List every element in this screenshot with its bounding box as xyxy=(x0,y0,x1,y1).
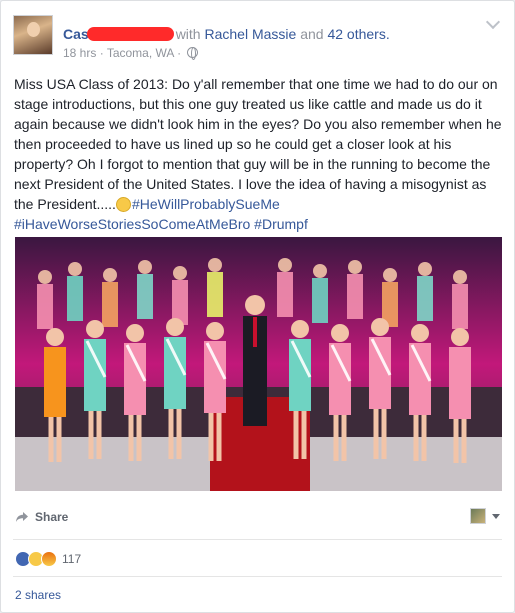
posting-as-avatar[interactable] xyxy=(470,508,486,524)
avatar[interactable] xyxy=(13,15,53,55)
reaction-count[interactable]: 117 xyxy=(62,552,81,566)
post-body: Miss USA Class of 2013: Do y'all remembe… xyxy=(14,74,504,234)
smiley-emoji-icon xyxy=(115,197,131,212)
author-name[interactable]: Cas xyxy=(63,26,89,42)
meta-separator: · xyxy=(99,46,104,60)
post-photo[interactable] xyxy=(15,237,502,491)
post-body-text: Miss USA Class of 2013: Do y'all remembe… xyxy=(14,76,502,212)
tagged-person-link[interactable]: Rachel Massie xyxy=(204,26,296,42)
others-link[interactable]: 42 others. xyxy=(327,26,389,42)
share-label: Share xyxy=(35,510,69,524)
post-time[interactable]: 18 hrs xyxy=(63,46,96,60)
chevron-down-icon[interactable] xyxy=(485,14,501,30)
group-photo-illustration xyxy=(15,237,502,491)
caret-down-icon[interactable] xyxy=(492,514,500,519)
redaction-mark xyxy=(86,27,174,41)
share-row: Share xyxy=(15,508,502,530)
shares-count-link[interactable]: 2 shares xyxy=(15,588,61,602)
hashtag-link[interactable]: #HeWillProbablySueMe xyxy=(132,196,280,212)
divider xyxy=(13,576,502,577)
angry-reaction-icon xyxy=(41,551,57,567)
with-label: with xyxy=(175,26,201,42)
reactions-summary[interactable]: 117 xyxy=(15,550,81,568)
share-arrow-icon xyxy=(15,511,29,523)
post-header: Cas with Rachel Massie and 42 others. 18 … xyxy=(13,14,502,60)
and-label: and xyxy=(300,26,324,42)
post-author-line: Cas with Rachel Massie and 42 others. xyxy=(63,25,390,43)
post-location[interactable]: Tacoma, WA xyxy=(107,46,174,60)
hashtag-link[interactable]: #Drumpf xyxy=(254,216,308,232)
divider xyxy=(13,539,502,540)
hashtag-link[interactable]: #iHaveWorseStoriesSoComeAtMeBro xyxy=(14,216,250,232)
post-meta: 18 hrs · Tacoma, WA · xyxy=(63,46,199,60)
globe-icon xyxy=(187,47,199,60)
meta-separator-2: · xyxy=(177,46,182,60)
post-card: Cas with Rachel Massie and 42 others. 18 … xyxy=(0,0,515,613)
share-button[interactable]: Share xyxy=(15,510,68,524)
